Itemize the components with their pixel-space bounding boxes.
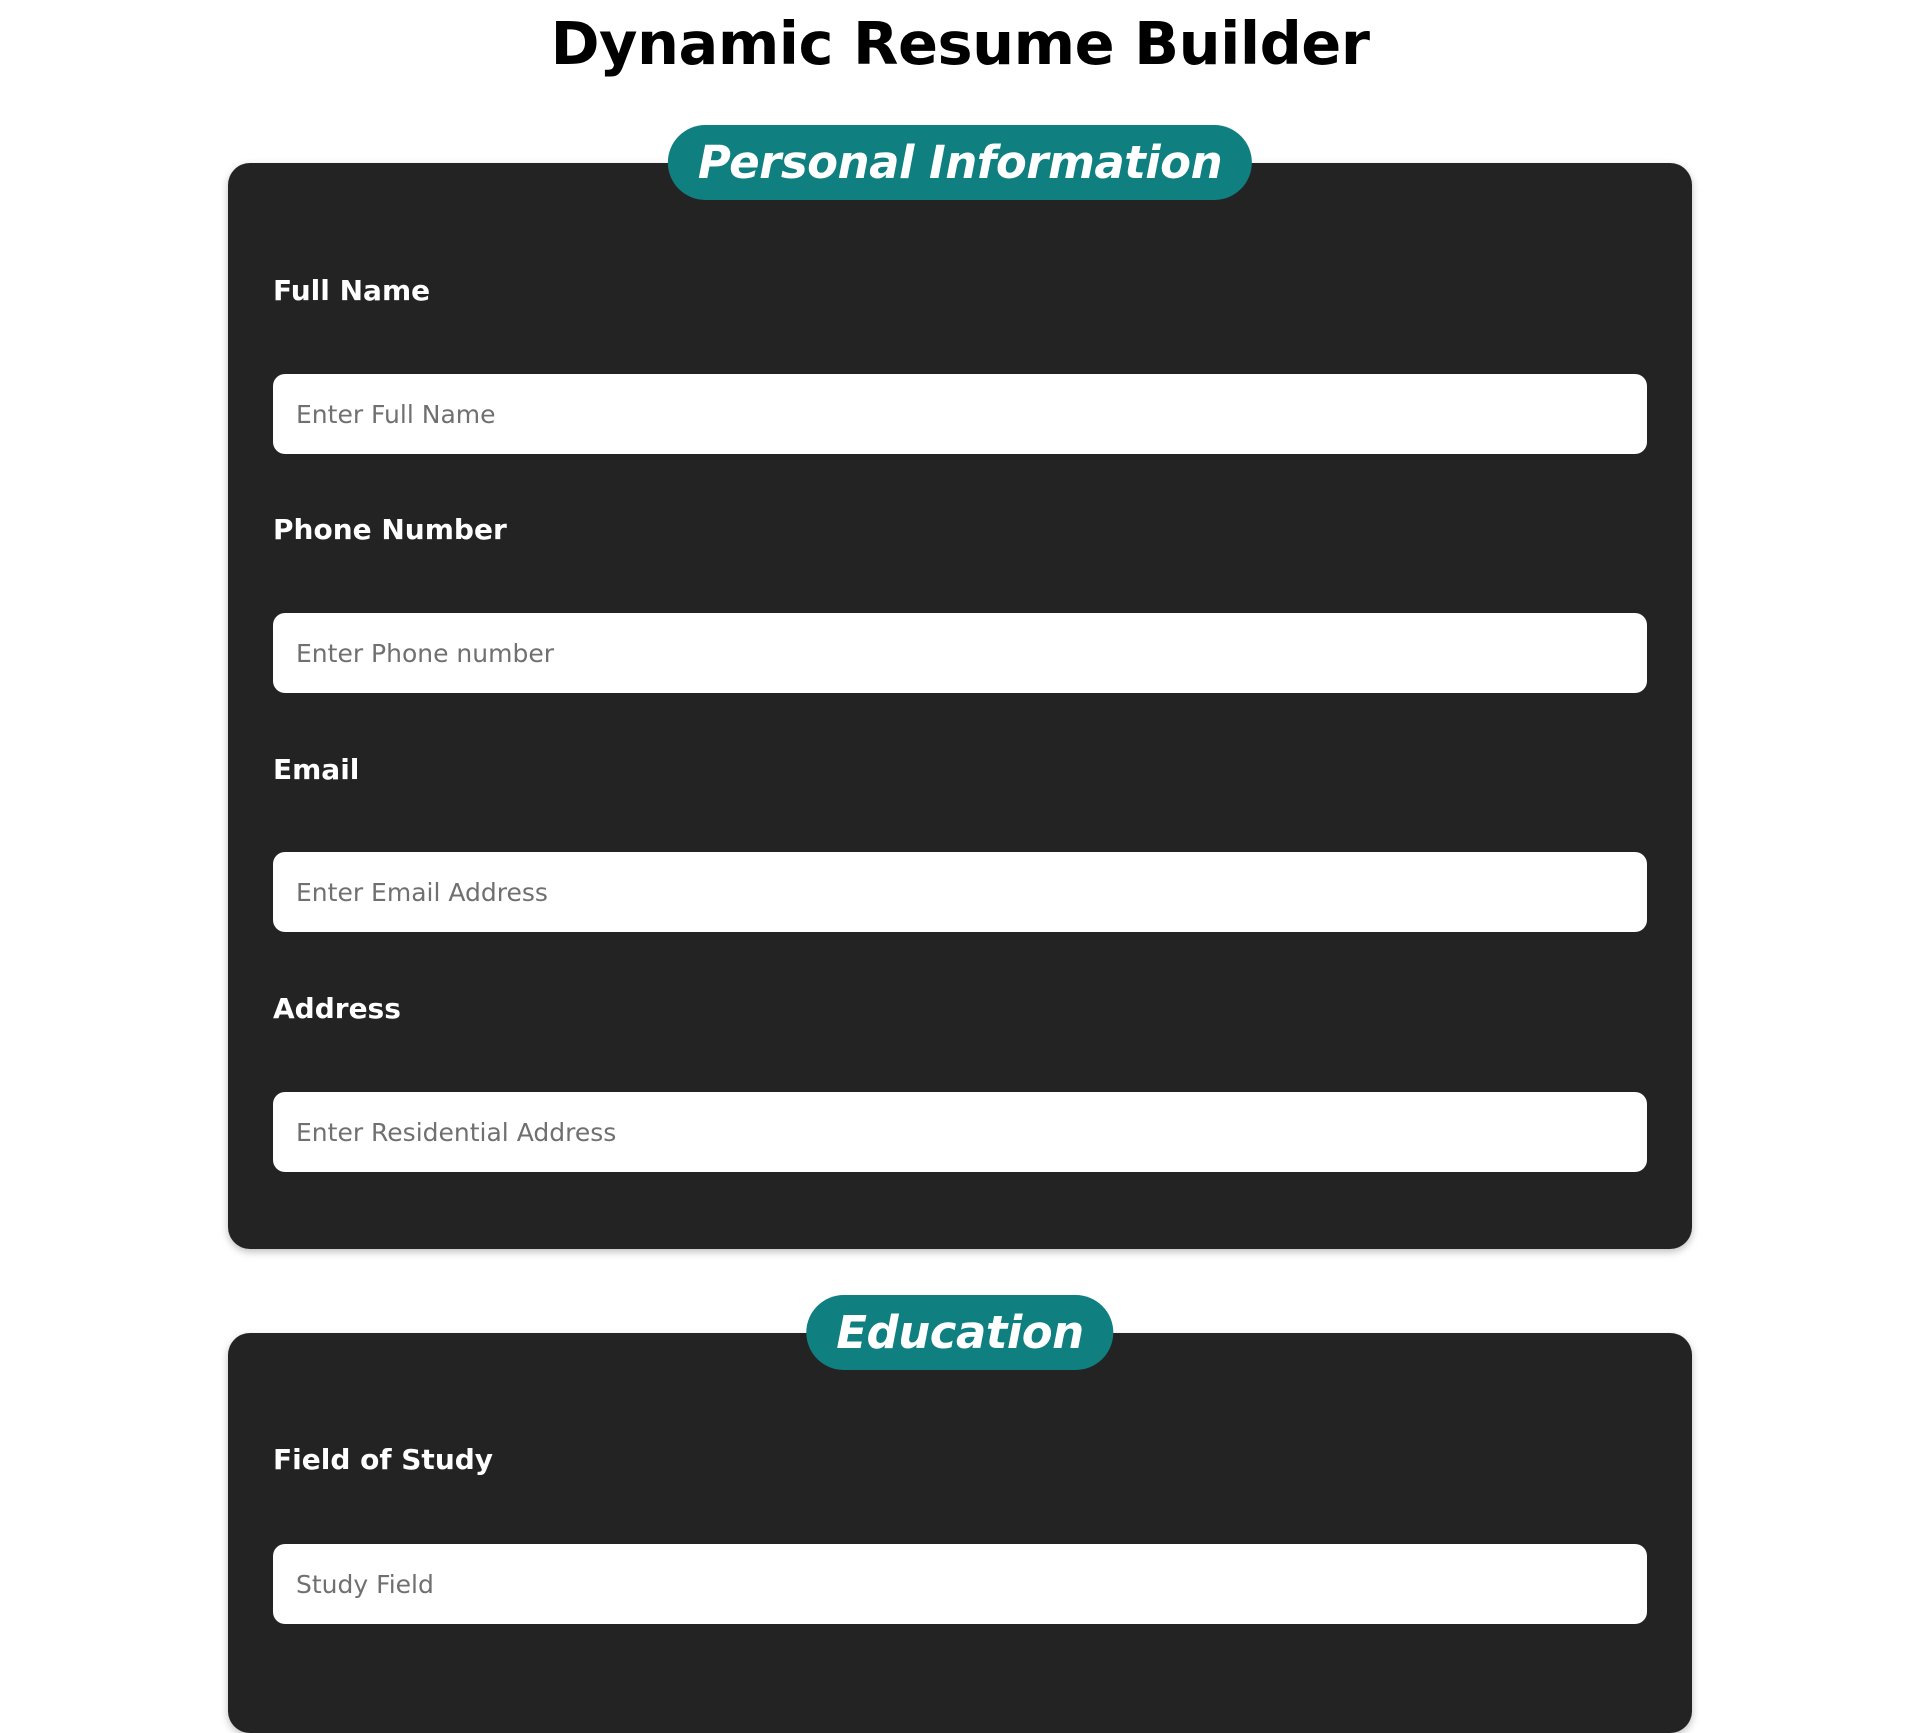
phone-number-input[interactable] xyxy=(273,613,1647,693)
full-name-label: Full Name xyxy=(273,274,431,307)
field-of-study-input[interactable] xyxy=(273,1544,1647,1624)
email-input[interactable] xyxy=(273,852,1647,932)
full-name-input[interactable] xyxy=(273,374,1647,454)
address-label: Address xyxy=(273,992,401,1025)
phone-number-label: Phone Number xyxy=(273,513,507,546)
email-label: Email xyxy=(273,753,360,786)
personal-information-section: Personal Information Full Name Phone Num… xyxy=(228,125,1692,1249)
page-title: Dynamic Resume Builder xyxy=(550,9,1370,78)
education-heading: Education xyxy=(806,1295,1114,1370)
education-section: Education Field of Study xyxy=(228,1295,1692,1733)
field-of-study-label: Field of Study xyxy=(273,1443,494,1476)
personal-information-heading: Personal Information xyxy=(667,125,1253,200)
address-input[interactable] xyxy=(273,1092,1647,1172)
